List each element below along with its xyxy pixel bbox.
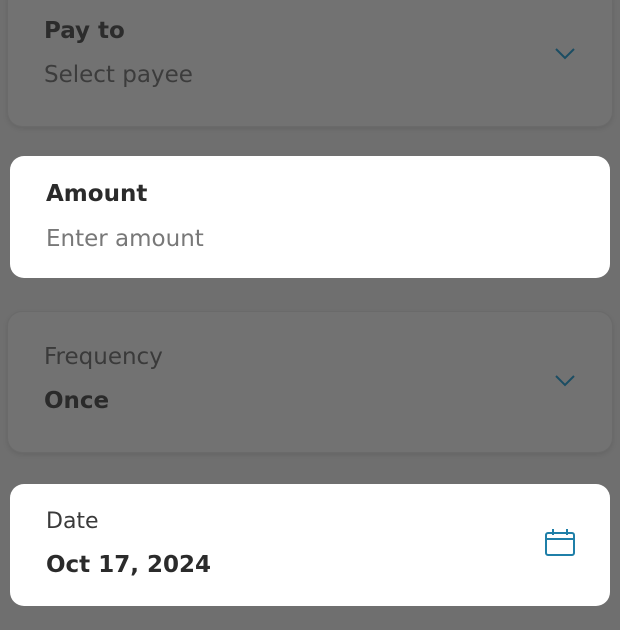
amount-label: Amount (46, 181, 148, 207)
frequency-label: Frequency (44, 344, 163, 370)
amount-field[interactable]: Amount Enter amount (10, 156, 610, 278)
frequency-field[interactable]: Frequency Once (8, 312, 612, 452)
date-field[interactable]: Date Oct 17, 2024 (10, 484, 610, 606)
amount-input[interactable]: Enter amount (46, 226, 204, 252)
date-value: Oct 17, 2024 (46, 552, 211, 578)
pay-to-placeholder: Select payee (44, 62, 193, 88)
pay-to-field[interactable]: Pay to Select payee (8, 0, 612, 126)
frequency-value: Once (44, 388, 110, 414)
pay-to-label: Pay to (44, 18, 125, 44)
calendar-icon[interactable] (544, 528, 576, 558)
date-label: Date (46, 509, 99, 534)
chevron-down-icon[interactable] (554, 374, 576, 388)
chevron-down-icon[interactable] (554, 47, 576, 61)
